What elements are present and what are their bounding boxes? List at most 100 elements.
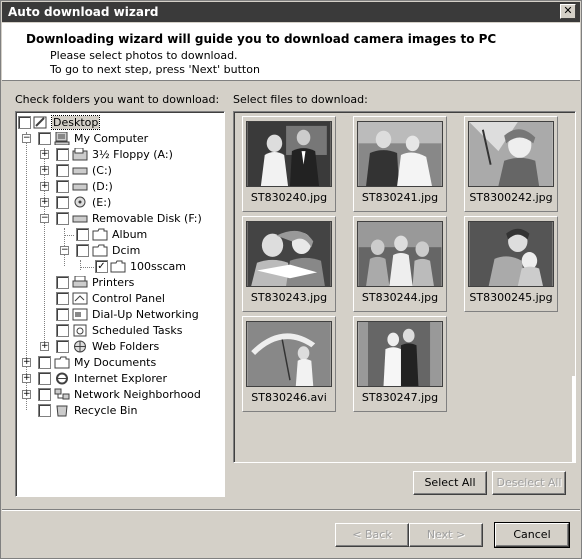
expand-toggle[interactable]: +: [40, 182, 49, 191]
tree-item-removable-disk[interactable]: − Removable Disk (F:): [16, 212, 216, 226]
tree-label: Desktop: [50, 115, 101, 130]
computer-icon: [54, 132, 70, 145]
deselect-all-button[interactable]: Deselect All: [492, 471, 566, 495]
file-name: ST8300242.jpg: [469, 191, 553, 204]
folder-icon: [92, 228, 108, 241]
cancel-button[interactable]: Cancel: [494, 522, 570, 548]
expand-toggle[interactable]: +: [22, 358, 31, 367]
checkbox[interactable]: [38, 372, 51, 385]
floppy-icon: [72, 148, 88, 161]
tree-label: Web Folders: [92, 340, 160, 353]
header-instruction-1: Please select photos to download.: [50, 49, 238, 62]
tree-item-internet-explorer[interactable]: + Internet Explorer: [16, 372, 216, 386]
file-thumbnail[interactable]: ST830241.jpg: [353, 116, 447, 212]
tree-item-drive-d[interactable]: + (D:): [16, 180, 216, 194]
tree-item-web-folders[interactable]: + Web Folders: [16, 340, 216, 354]
tree-item-my-documents[interactable]: + My Documents: [16, 356, 216, 370]
file-thumbnail[interactable]: ST830247.jpg: [353, 316, 447, 412]
checkbox[interactable]: [56, 196, 69, 209]
tree-item-drive-c[interactable]: + (C:): [16, 164, 216, 178]
tree-item-floppy[interactable]: + 3½ Floppy (A:): [16, 148, 216, 162]
expand-toggle[interactable]: +: [22, 374, 31, 383]
file-thumbnail[interactable]: ST830246.avi: [242, 316, 336, 412]
checkbox[interactable]: [76, 228, 89, 241]
collapse-toggle[interactable]: −: [60, 246, 69, 255]
tree-label: My Documents: [74, 356, 157, 369]
expand-toggle[interactable]: +: [40, 342, 49, 351]
folder-tree[interactable]: Desktop − My Computer + 3½ Floppy (A:) +…: [15, 111, 225, 497]
checkbox[interactable]: [56, 148, 69, 161]
expand-toggle[interactable]: +: [40, 166, 49, 175]
file-name: ST830244.jpg: [361, 291, 439, 304]
tree-label: Internet Explorer: [74, 372, 167, 385]
tree-item-recycle-bin[interactable]: Recycle Bin: [16, 404, 216, 418]
file-thumbnail-pane[interactable]: ST830240.jpg ST830241.jpg ST8300242.jpg …: [233, 111, 576, 463]
photo-thumbnail: [468, 121, 554, 187]
header-instruction-2: To go to next step, press 'Next' button: [50, 63, 260, 76]
collapse-toggle[interactable]: −: [22, 134, 31, 143]
checkbox-checked[interactable]: ✓: [95, 260, 108, 273]
window-title: Auto download wizard: [8, 5, 159, 19]
file-thumbnail[interactable]: ST8300245.jpg: [464, 216, 558, 312]
drive-icon: [72, 167, 88, 175]
wizard-window: Auto download wizard ✕ Downloading wizar…: [0, 0, 582, 559]
tree-item-100sscam[interactable]: ✓ 100sscam: [16, 260, 216, 274]
checkbox[interactable]: [38, 356, 51, 369]
checkbox[interactable]: [56, 324, 69, 337]
tree-label: Removable Disk (F:): [92, 212, 202, 225]
file-name: ST830246.avi: [251, 391, 327, 404]
tree-item-scheduled-tasks[interactable]: Scheduled Tasks: [16, 324, 216, 338]
tree-item-dcim[interactable]: − Dcim: [16, 244, 216, 258]
tree-line: [80, 267, 94, 268]
control-panel-icon: [72, 292, 88, 305]
tree-label: 3½ Floppy (A:): [92, 148, 173, 161]
photo-thumbnail: [246, 221, 332, 287]
tree-label: (E:): [92, 196, 112, 209]
file-thumbnail[interactable]: ST830244.jpg: [353, 216, 447, 312]
ie-icon: [56, 372, 68, 385]
checkbox[interactable]: [18, 116, 31, 129]
title-bar: Auto download wizard ✕: [2, 2, 580, 22]
tree-item-drive-e[interactable]: + (E:): [16, 196, 216, 210]
expand-toggle[interactable]: +: [40, 150, 49, 159]
globe-icon: [74, 340, 86, 353]
tree-item-desktop[interactable]: Desktop: [16, 115, 216, 130]
back-button[interactable]: < Back: [335, 523, 409, 547]
checkbox[interactable]: [56, 308, 69, 321]
folders-label: Check folders you want to download:: [15, 93, 220, 106]
checkbox[interactable]: [56, 180, 69, 193]
tree-item-my-computer[interactable]: − My Computer: [16, 132, 216, 146]
photo-thumbnail: [357, 321, 443, 387]
desktop-icon: [33, 116, 47, 129]
checkbox[interactable]: [38, 404, 51, 417]
file-name: ST830243.jpg: [250, 291, 328, 304]
tree-item-control-panel[interactable]: Control Panel: [16, 292, 216, 306]
close-button[interactable]: ✕: [560, 4, 576, 19]
checkbox[interactable]: [76, 244, 89, 257]
checkbox[interactable]: [38, 388, 51, 401]
file-thumbnail[interactable]: ST8300242.jpg: [464, 116, 558, 212]
tree-item-dialup[interactable]: Dial-Up Networking: [16, 308, 216, 322]
tree-item-network-neighborhood[interactable]: + Network Neighborhood: [16, 388, 216, 402]
checkbox[interactable]: [38, 132, 51, 145]
wizard-header: Downloading wizard will guide you to dow…: [2, 23, 580, 81]
tree-item-printers[interactable]: Printers: [16, 276, 216, 290]
collapse-toggle[interactable]: −: [40, 214, 49, 223]
checkbox[interactable]: [56, 212, 69, 225]
tree-label: 100sscam: [130, 260, 186, 273]
tree-item-album[interactable]: Album: [16, 228, 216, 242]
tree-label: My Computer: [74, 132, 149, 145]
checkbox[interactable]: [56, 276, 69, 289]
expand-toggle[interactable]: +: [40, 198, 49, 207]
photo-thumbnail: [246, 121, 332, 187]
tree-label: Control Panel: [92, 292, 165, 305]
select-all-button[interactable]: Select All: [413, 471, 487, 495]
next-button[interactable]: Next >: [409, 523, 483, 547]
file-name: ST8300245.jpg: [469, 291, 553, 304]
file-thumbnail[interactable]: ST830240.jpg: [242, 116, 336, 212]
checkbox[interactable]: [56, 340, 69, 353]
expand-toggle[interactable]: +: [22, 390, 31, 399]
file-thumbnail[interactable]: ST830243.jpg: [242, 216, 336, 312]
checkbox[interactable]: [56, 292, 69, 305]
checkbox[interactable]: [56, 164, 69, 177]
